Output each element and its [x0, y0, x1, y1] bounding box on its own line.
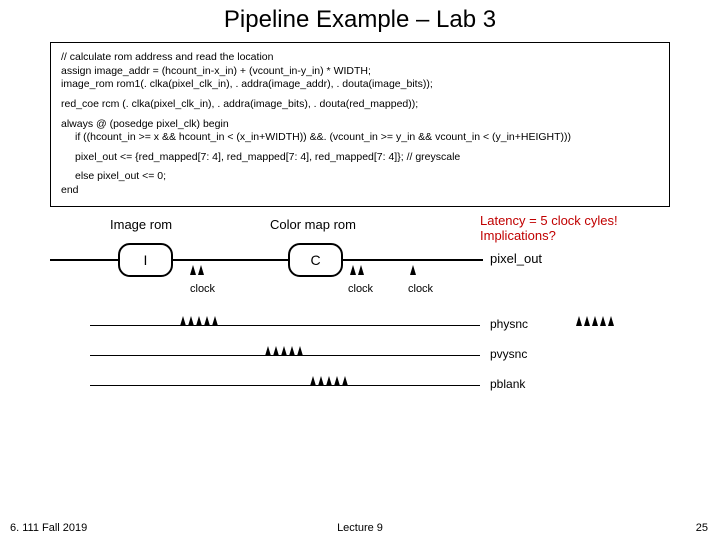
signal-wire — [90, 385, 480, 386]
pblank-label: pblank — [490, 377, 525, 391]
footer-page-number: 25 — [696, 522, 708, 534]
wire — [50, 259, 118, 261]
delay-arrows-icon — [576, 313, 616, 331]
code-line: red_coe rcm (. clka(pixel_clk_in), . add… — [61, 98, 659, 112]
delay-arrows-icon — [310, 373, 350, 391]
latency-line2: Implications? — [480, 228, 618, 244]
code-line: end — [61, 184, 659, 198]
delay-arrows-icon — [265, 343, 305, 361]
code-line: image_rom rom1(. clka(pixel_clk_in), . a… — [61, 78, 659, 92]
code-line: // calculate rom address and read the lo… — [61, 51, 659, 65]
clock-arrows-icon — [350, 262, 366, 280]
clock-label: clock — [408, 283, 433, 295]
clock-arrows-icon — [410, 262, 418, 280]
signal-wire — [90, 325, 480, 326]
signal-diagram: physnc pvysnc pblank — [50, 307, 670, 447]
latency-note: Latency = 5 clock cyles! Implications? — [480, 213, 618, 244]
color-rom-label: Color map rom — [270, 217, 356, 232]
footer-center: Lecture 9 — [0, 522, 720, 534]
page-title: Pipeline Example – Lab 3 — [0, 0, 720, 34]
code-line: assign image_addr = (hcount_in-x_in) + (… — [61, 65, 659, 79]
clock-label: clock — [190, 283, 215, 295]
code-line: always @ (posedge pixel_clk) begin — [61, 118, 659, 132]
pipeline-diagram: Image rom Color map rom Latency = 5 cloc… — [50, 217, 670, 307]
wire — [343, 259, 483, 261]
physnc-label: physnc — [490, 317, 528, 331]
clock-label: clock — [348, 283, 373, 295]
image-rom-block: I — [118, 243, 173, 277]
code-line: if ((hcount_in >= x && hcount_in < (x_in… — [61, 131, 659, 145]
pvysnc-label: pvysnc — [490, 347, 527, 361]
code-line: else pixel_out <= 0; — [61, 170, 659, 184]
image-rom-label: Image rom — [110, 217, 172, 232]
color-rom-block: C — [288, 243, 343, 277]
wire — [173, 259, 288, 261]
delay-arrows-icon — [180, 313, 220, 331]
clock-arrows-icon — [190, 262, 206, 280]
code-line: pixel_out <= {red_mapped[7: 4], red_mapp… — [61, 151, 659, 165]
code-block: // calculate rom address and read the lo… — [50, 42, 670, 207]
latency-line1: Latency = 5 clock cyles! — [480, 213, 618, 229]
pixel-out-label: pixel_out — [490, 251, 542, 266]
